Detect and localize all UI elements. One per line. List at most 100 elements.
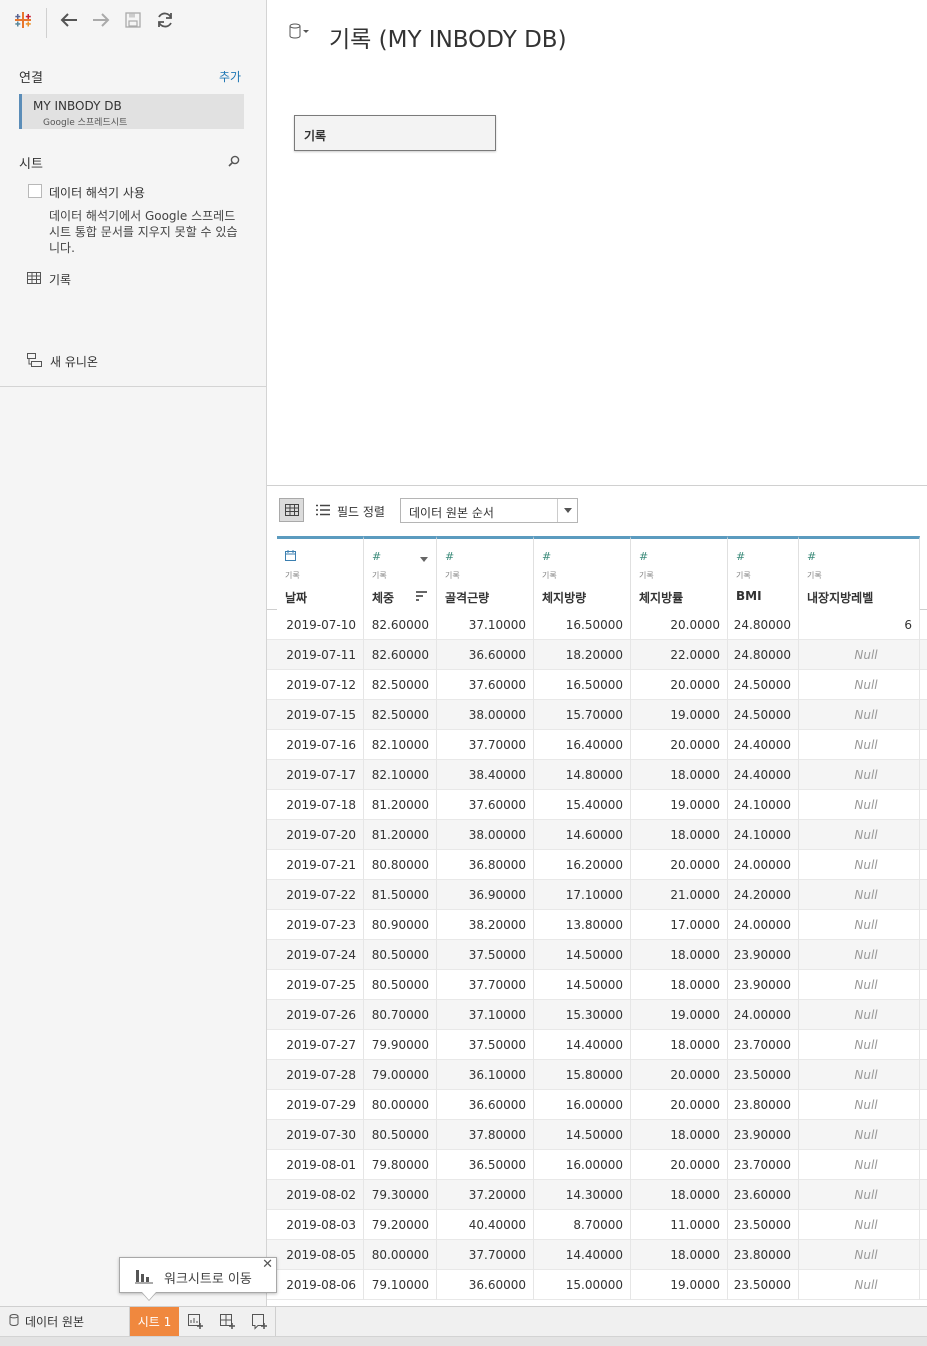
table-cell: 36.90000 — [437, 880, 534, 910]
column-source: 기록 — [736, 571, 751, 580]
table-cell: 79.20000 — [364, 1210, 437, 1240]
table-cell: 18.0000 — [631, 940, 728, 970]
table-cell: 20.0000 — [631, 1090, 728, 1120]
table-cell: 24.10000 — [728, 820, 799, 850]
table-cell: 37.50000 — [437, 940, 534, 970]
grid-view-button[interactable] — [279, 498, 304, 522]
number-icon[interactable]: # — [639, 550, 648, 563]
number-icon[interactable]: # — [542, 550, 551, 563]
column-header[interactable]: # 기록 BMI — [728, 536, 799, 610]
number-icon[interactable]: # — [736, 550, 745, 563]
table-cell: 37.70000 — [437, 730, 534, 760]
table-cell: 2019-07-26 — [277, 1000, 364, 1030]
table-cell: 24.80000 — [728, 610, 799, 640]
connections-title: 연결 — [19, 71, 43, 86]
grid-view-icon — [284, 504, 299, 516]
table-cell: 79.90000 — [364, 1030, 437, 1060]
table-cell: 24.50000 — [728, 670, 799, 700]
new-union-item[interactable]: 새 유니온 — [27, 353, 98, 370]
column-header[interactable]: # 기록 체중 — [364, 536, 437, 610]
connection-item[interactable]: MY INBODY DB Google 스프레드시트 — [19, 94, 244, 129]
table-cell: 2019-07-24 — [277, 940, 364, 970]
column-header[interactable]: # 기록 내장지방레벨 — [799, 536, 920, 610]
list-view-button[interactable] — [310, 498, 335, 522]
left-pane-divider — [0, 386, 266, 387]
table-cell: 2019-07-22 — [277, 880, 364, 910]
grid-header: 기록 날짜 # 기록 체중 # 기록 골격근량 # 기록 체지방량 # 기록 체지방률 # 기록 BMI # 기록 내… — [267, 536, 927, 610]
table-cell: 2019-07-27 — [277, 1030, 364, 1060]
table-cell: Null — [799, 970, 920, 1000]
table-cell: 18.0000 — [631, 1120, 728, 1150]
data-interpreter-label: 데이터 해석기 사용 — [49, 186, 145, 200]
table-cell: Null — [799, 880, 920, 910]
refresh-icon[interactable] — [154, 9, 176, 31]
back-arrow-icon[interactable] — [58, 9, 80, 31]
chevron-down-icon[interactable] — [420, 551, 428, 565]
table-cell: 2019-07-21 — [277, 850, 364, 880]
column-header[interactable]: # 기록 골격근량 — [437, 536, 534, 610]
column-name: 체지방률 — [639, 591, 684, 605]
data-interpreter-checkbox[interactable] — [28, 184, 42, 198]
new-union-label: 새 유니온 — [50, 355, 98, 369]
number-icon[interactable]: # — [372, 550, 381, 563]
table-cell: 24.50000 — [728, 700, 799, 730]
sort-fields-select[interactable]: 데이터 원본 순서 — [400, 498, 578, 523]
number-icon[interactable]: # — [445, 550, 454, 563]
add-connection-link[interactable]: 추가 — [219, 68, 241, 85]
column-header[interactable]: # 기록 체지방량 — [534, 536, 631, 610]
forward-arrow-icon[interactable] — [90, 9, 112, 31]
table-row: 2019-07-16 82.10000 37.70000 16.40000 20.000… — [267, 730, 927, 760]
number-icon[interactable]: # — [807, 550, 816, 563]
sheet-item[interactable]: 기록 — [27, 271, 71, 288]
data-grid: 기록 날짜 # 기록 체중 # 기록 골격근량 # 기록 체지방량 # 기록 체지방률 # 기록 BMI # 기록 내… — [267, 536, 927, 1306]
save-icon[interactable] — [122, 9, 144, 31]
union-icon — [27, 353, 42, 370]
new-story-icon[interactable] — [247, 1310, 273, 1334]
canvas-table-box[interactable]: 기록 — [294, 115, 496, 151]
chevron-down-icon — [557, 499, 577, 522]
table-cell: 14.40000 — [534, 1030, 631, 1060]
table-row: 2019-07-28 79.00000 36.10000 15.80000 20.000… — [267, 1060, 927, 1090]
table-cell: 16.50000 — [534, 670, 631, 700]
table-cell: 80.00000 — [364, 1240, 437, 1270]
search-icon[interactable] — [228, 155, 240, 170]
sort-icon[interactable] — [416, 590, 427, 604]
table-cell: 79.00000 — [364, 1060, 437, 1090]
table-cell: 2019-07-25 — [277, 970, 364, 1000]
table-row: 2019-08-03 79.20000 40.40000 8.70000 11.0000… — [267, 1210, 927, 1240]
tab-sheet-1[interactable]: 시트 1 — [130, 1307, 179, 1336]
table-row: 2019-07-25 80.50000 37.70000 14.50000 18.000… — [267, 970, 927, 1000]
data-source-title[interactable]: 기록 (MY INBODY DB) — [329, 20, 567, 54]
tab-data-source[interactable]: 데이터 원본 — [0, 1307, 130, 1336]
table-cell: 82.10000 — [364, 730, 437, 760]
new-worksheet-icon[interactable] — [183, 1310, 209, 1334]
table-cell: Null — [799, 730, 920, 760]
table-cell: 18.0000 — [631, 1180, 728, 1210]
table-cell: 82.60000 — [364, 640, 437, 670]
tableau-logo-icon[interactable] — [12, 9, 34, 31]
table-cell: Null — [799, 790, 920, 820]
column-name: 내장지방레벨 — [807, 591, 874, 605]
calendar-icon[interactable] — [285, 550, 296, 564]
go-to-worksheet-tooltip[interactable]: 워크시트로 이동 ✕ — [119, 1257, 277, 1293]
database-icon[interactable] — [289, 23, 311, 42]
column-header[interactable]: # 기록 체지방률 — [631, 536, 728, 610]
table-row: 2019-07-27 79.90000 37.50000 14.40000 18.000… — [267, 1030, 927, 1060]
data-interpreter-description: 데이터 해석기에서 Google 스프레드시트 통합 문서를 지우지 못할 수 … — [49, 209, 238, 255]
table-cell: 23.80000 — [728, 1240, 799, 1270]
column-header[interactable]: 기록 날짜 — [277, 536, 364, 610]
table-cell: 13.80000 — [534, 910, 631, 940]
table-cell: 79.10000 — [364, 1270, 437, 1300]
table-cell: 23.90000 — [728, 1120, 799, 1150]
table-cell: 36.10000 — [437, 1060, 534, 1090]
table-row: 2019-07-30 80.50000 37.80000 14.50000 18.000… — [267, 1120, 927, 1150]
close-icon[interactable]: ✕ — [262, 1258, 273, 1272]
table-cell: Null — [799, 700, 920, 730]
table-cell: Null — [799, 850, 920, 880]
grid-toolbar: 필드 정렬 데이터 원본 순서 — [267, 486, 927, 536]
table-cell: 14.50000 — [534, 1120, 631, 1150]
new-dashboard-icon[interactable] — [215, 1310, 241, 1334]
table-row: 2019-08-02 79.30000 37.20000 14.30000 18.000… — [267, 1180, 927, 1210]
table-cell: 24.00000 — [728, 1000, 799, 1030]
table-cell: Null — [799, 1210, 920, 1240]
